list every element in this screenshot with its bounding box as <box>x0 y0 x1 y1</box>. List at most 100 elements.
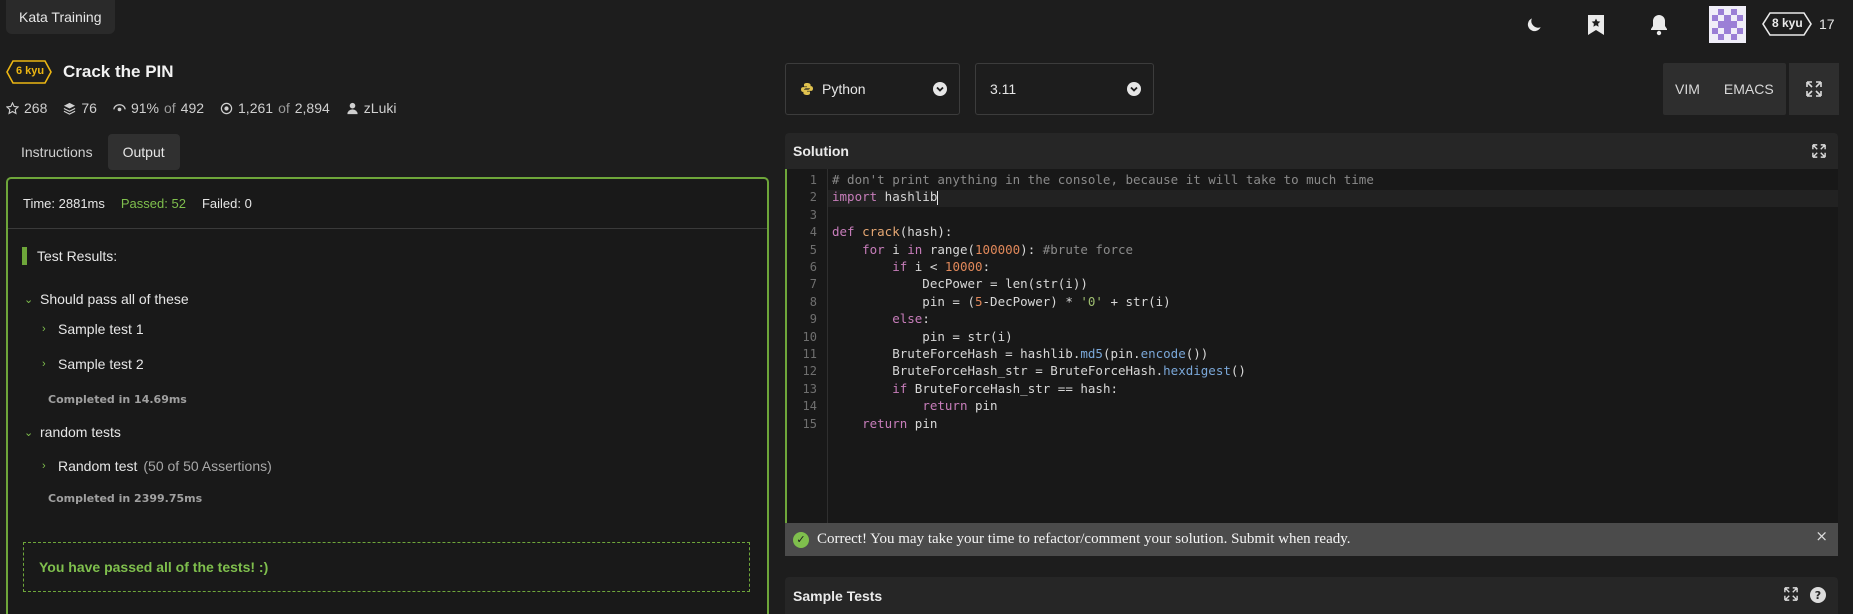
group-label: random tests <box>40 424 121 440</box>
kata-training-button[interactable]: Kata Training <box>6 0 115 34</box>
tab-output[interactable]: Output <box>107 134 180 170</box>
group-label: Should pass all of these <box>40 291 189 307</box>
target-icon <box>220 102 233 114</box>
code-line[interactable]: if i < 10000: <box>832 259 990 274</box>
code-line[interactable]: import hashlib <box>832 189 939 205</box>
correct-message: Correct! You may take your time to refac… <box>817 531 1351 547</box>
user-icon <box>347 102 358 114</box>
assertions-label: (50 of 50 Assertions) <box>143 458 272 474</box>
line-number: 8 <box>809 294 817 309</box>
line-number: 12 <box>802 364 817 379</box>
line-number: 14 <box>802 399 817 414</box>
test-results-heading: Test Results: <box>22 247 117 265</box>
kyu-label: 6 kyu <box>16 65 45 77</box>
test-item-random[interactable]: › Random test (50 of 50 Assertions) <box>42 458 272 474</box>
language-value: Python <box>822 81 866 97</box>
test-group-should-pass[interactable]: ⌄ Should pass all of these <box>24 291 189 307</box>
kyu-badge: 6 kyu <box>6 60 52 84</box>
chevron-right-icon: › <box>42 323 46 335</box>
test-label: Random test <box>58 458 138 474</box>
line-number: 15 <box>802 416 817 431</box>
top-bar: Kata Training 8 kyu 17 <box>0 0 1853 52</box>
code-line[interactable]: for i in range(100000): #brute force <box>832 242 1133 257</box>
code-line[interactable]: BruteForceHash = hashlib.md5(pin.encode(… <box>832 346 1208 361</box>
active-line-highlight <box>828 190 1838 207</box>
code-line[interactable]: pin = str(i) <box>832 329 1012 344</box>
test-label: Sample test 1 <box>58 321 144 337</box>
sample-tests-header: Sample Tests ? <box>785 577 1838 614</box>
kata-title: Crack the PIN <box>63 62 174 81</box>
author-stat[interactable]: zLuki <box>346 100 397 116</box>
test-group-random[interactable]: ⌄ random tests <box>24 424 121 440</box>
bookmark-star-icon[interactable] <box>1584 13 1608 37</box>
chevron-right-icon: › <box>42 358 46 370</box>
line-number: 4 <box>809 225 817 240</box>
line-number: 11 <box>802 347 817 361</box>
attempted-count: 2,894 <box>294 100 330 116</box>
completed-time: Completed in 2399.75ms <box>48 492 203 505</box>
code-line[interactable]: return pin <box>832 416 937 431</box>
version-value: 3.11 <box>990 81 1017 97</box>
code-editor[interactable]: 1 2 3 4 5 6 7 8 9 10 11 12 13 14 15 # don't print anyt… <box>785 169 1838 523</box>
code-line[interactable]: DecPower = len(str(i)) <box>832 276 1088 291</box>
output-panel: Time: 2881ms Passed: 52 Failed: 0 Test R… <box>6 177 769 614</box>
expand-icon[interactable] <box>1812 144 1826 161</box>
completed-time: Completed in 14.69ms <box>48 393 187 406</box>
line-number: 9 <box>809 312 817 327</box>
expand-icon <box>1806 81 1822 97</box>
results-accent-bar <box>22 247 27 265</box>
editor-mode-group: VIM EMACS <box>1663 63 1786 115</box>
language-select[interactable]: Python <box>785 63 960 115</box>
code-line[interactable]: BruteForceHash_str = BruteForceHash.hexd… <box>832 363 1246 378</box>
stars-stat[interactable]: 268 <box>6 100 47 116</box>
code-line[interactable]: else: <box>832 311 930 326</box>
code-line[interactable]: return pin <box>832 398 997 413</box>
stars-count: 268 <box>24 100 48 116</box>
completions-stat: 1,261 of 2,894 <box>220 100 330 116</box>
chevron-down-icon <box>1127 82 1141 96</box>
vim-mode-button[interactable]: VIM <box>1663 63 1712 115</box>
chevron-right-icon: › <box>42 460 46 472</box>
rank-label: 8 kyu <box>1772 16 1803 30</box>
collections-stat: 76 <box>63 100 97 116</box>
correct-notification: ✓ Correct! You may take your time to ref… <box>785 523 1838 556</box>
line-number: 2 <box>809 190 817 205</box>
expand-icon[interactable] <box>1784 587 1798 604</box>
bell-icon[interactable] <box>1647 13 1671 37</box>
kata-stats: 268 76 91% of 492 1,261 of 2,894 zLuki <box>6 100 396 116</box>
votes-count: 492 <box>180 100 205 116</box>
test-label: Sample test 2 <box>58 356 144 372</box>
code-line[interactable]: pin = (5-DecPower) * '0' + str(i) <box>832 294 1170 309</box>
code-line[interactable]: # don't print anything in the console, b… <box>832 172 1374 187</box>
line-number: 13 <box>802 381 817 396</box>
help-icon[interactable]: ? <box>1810 587 1826 603</box>
line-number: 10 <box>802 329 817 344</box>
passed-label: Passed: 52 <box>120 196 186 211</box>
tab-instructions[interactable]: Instructions <box>6 134 108 170</box>
moon-icon[interactable] <box>1522 13 1546 37</box>
close-icon[interactable]: × <box>1815 527 1828 545</box>
python-icon <box>801 83 813 95</box>
sample-tests-title: Sample Tests <box>793 587 883 604</box>
author-name: zLuki <box>363 100 397 116</box>
code-line[interactable]: if BruteForceHash_str == hash: <box>832 381 1118 396</box>
emacs-mode-button[interactable]: EMACS <box>1712 63 1786 115</box>
fullscreen-button[interactable] <box>1789 63 1839 115</box>
completed-of: of <box>278 100 290 116</box>
eye-icon <box>113 103 126 111</box>
line-number: 1 <box>809 173 817 187</box>
check-circle-icon: ✓ <box>793 531 809 548</box>
chevron-down-icon: ⌄ <box>24 293 34 306</box>
version-select[interactable]: 3.11 <box>975 63 1154 115</box>
line-number: 6 <box>809 260 817 274</box>
avatar[interactable] <box>1709 6 1746 43</box>
satisfaction-percent: 91% <box>130 100 159 116</box>
line-number: 3 <box>809 207 817 222</box>
layers-icon <box>64 102 76 115</box>
test-item-sample-1[interactable]: › Sample test 1 <box>42 321 144 337</box>
satisfaction-stat: 91% of 492 <box>113 100 204 116</box>
honor-count: 17 <box>1819 16 1835 32</box>
test-item-sample-2[interactable]: › Sample test 2 <box>42 356 144 372</box>
code-line[interactable]: def crack(hash): <box>832 224 952 239</box>
line-number-gutter: 1 2 3 4 5 6 7 8 9 10 11 12 13 14 15 <box>787 169 828 523</box>
